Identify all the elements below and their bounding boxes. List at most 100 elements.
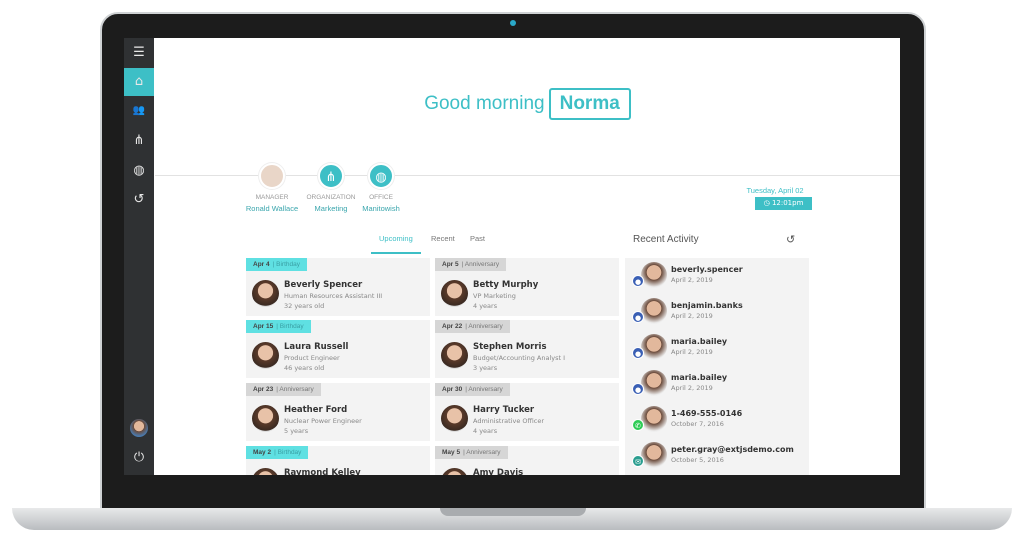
person-name: Laura Russell: [284, 342, 349, 352]
users-icon[interactable]: 👥: [124, 97, 154, 125]
activity-name: peter.gray@extjsdemo.com: [671, 445, 794, 454]
activity-item[interactable]: ● maria.bailey April 2, 2019: [625, 366, 809, 402]
sidebar: ☰ ⌂ 👥 ⋔ ◍ ↺ ⏻: [124, 38, 154, 475]
event-kind-text: Birthday: [276, 261, 300, 268]
office-value[interactable]: Manitowish: [346, 204, 416, 213]
event-tag: Apr 5 | Anniversary: [435, 258, 507, 271]
globe-icon[interactable]: ◍: [368, 163, 394, 189]
activity-date: October 5, 2016: [671, 456, 724, 464]
event-card[interactable]: Apr 23 | Anniversary Heather Ford Nuclear…: [246, 383, 430, 441]
event-kind-text: Anniversary: [466, 449, 501, 456]
user-avatar[interactable]: [130, 419, 148, 437]
event-kind-text: Birthday: [279, 323, 304, 330]
event-card[interactable]: May 2 | Birthday Raymond Kelley: [246, 446, 430, 475]
history-icon[interactable]: ↺: [786, 233, 795, 246]
activity-name: beverly.spencer: [671, 265, 743, 274]
activity-item[interactable]: ● beverly.spencer April 2, 2019: [625, 258, 809, 294]
sitemap-icon[interactable]: ⋔: [124, 127, 154, 155]
user-icon: ●: [632, 347, 644, 359]
globe-icon[interactable]: ◍: [124, 157, 154, 185]
user-icon: ●: [632, 275, 644, 287]
activity-date: October 7, 2016: [671, 420, 724, 428]
person-title: VP Marketing: [473, 292, 516, 300]
person-avatar: [252, 280, 279, 307]
person-name: Stephen Morris: [473, 342, 547, 352]
person-name: Harry Tucker: [473, 405, 535, 415]
home-icon[interactable]: ⌂: [124, 68, 154, 96]
person-avatar: [441, 405, 468, 432]
event-date: Apr 4: [253, 261, 270, 268]
event-kind-text: Anniversary: [468, 386, 503, 393]
activity-item[interactable]: ✆ 1-469-555-0146 October 7, 2016: [625, 402, 809, 438]
person-avatar: [441, 468, 468, 475]
activity-date: April 2, 2019: [671, 348, 713, 356]
event-kind-text: Anniversary: [279, 386, 314, 393]
app-screen: ☰ ⌂ 👥 ⋔ ◍ ↺ ⏻ Good morning Norma ⋔ ◍ MANA…: [124, 38, 900, 475]
person-name: Raymond Kelley: [284, 468, 361, 475]
activity-name: 1-469-555-0146: [671, 409, 743, 418]
person-title: Product Engineer: [284, 354, 340, 362]
person-avatar: [252, 405, 279, 432]
event-date: Apr 15: [253, 323, 274, 330]
event-card[interactable]: Apr 5 | Anniversary Betty Murphy VP Marke…: [435, 258, 619, 316]
event-kind: | Anniversary: [463, 449, 501, 456]
person-detail: 32 years old: [284, 302, 325, 310]
person-title: Human Resources Assistant III: [284, 292, 383, 300]
activity-item[interactable]: ✉ peter.gray@extjsdemo.com October 5, 20…: [625, 438, 809, 474]
activity-item[interactable]: ● benjamin.banks April 2, 2019: [625, 294, 809, 330]
camera: [510, 20, 516, 26]
event-kind-text: Birthday: [277, 449, 302, 456]
sitemap-icon[interactable]: ⋔: [318, 163, 344, 189]
event-kind: | Anniversary: [276, 386, 314, 393]
date-label: Tuesday, April 02: [746, 186, 804, 195]
menu-icon[interactable]: ☰: [124, 39, 154, 67]
tab-past[interactable]: Past: [470, 234, 485, 243]
person-detail: 3 years: [473, 364, 498, 372]
greeting-text: Good morning: [424, 93, 545, 114]
person-avatar: [252, 468, 279, 475]
person-avatar: [252, 342, 279, 369]
person-avatar: [441, 342, 468, 369]
activity-name: benjamin.banks: [671, 301, 743, 310]
event-tag: Apr 23 | Anniversary: [246, 383, 321, 396]
activity-avatar: [641, 298, 667, 324]
manager-avatar[interactable]: [259, 163, 285, 189]
user-icon: ●: [632, 311, 644, 323]
event-card[interactable]: May 5 | Anniversary Amy Davis: [435, 446, 619, 475]
event-card[interactable]: Apr 30 | Anniversary Harry Tucker Adminis…: [435, 383, 619, 441]
event-card[interactable]: Apr 4 | Birthday Beverly Spencer Human Re…: [246, 258, 430, 316]
tab-recent[interactable]: Recent: [431, 234, 455, 243]
event-card[interactable]: Apr 15 | Birthday Laura Russell Product E…: [246, 320, 430, 378]
event-kind: | Anniversary: [465, 386, 503, 393]
event-tag: May 5 | Anniversary: [435, 446, 508, 459]
event-kind: | Birthday: [272, 261, 300, 268]
person-detail: 4 years: [473, 302, 498, 310]
active-tab-indicator: [371, 252, 421, 254]
phone-icon: ✆: [632, 419, 644, 431]
power-icon[interactable]: ⏻: [124, 444, 154, 472]
person-name: Amy Davis: [473, 468, 524, 475]
tab-upcoming[interactable]: Upcoming: [379, 234, 413, 243]
event-date: Apr 23: [253, 386, 274, 393]
activity-name: maria.bailey: [671, 373, 728, 382]
laptop-notch: [440, 508, 586, 516]
event-tag: Apr 30 | Anniversary: [435, 383, 510, 396]
person-avatar: [441, 280, 468, 307]
office-label: OFFICE: [369, 194, 393, 201]
activity-avatar: [641, 442, 667, 468]
activity-date: April 2, 2019: [671, 276, 713, 284]
activity-avatar: [641, 370, 667, 396]
activity-list: ● beverly.spencer April 2, 2019 ● benjam…: [625, 258, 809, 475]
person-name: Beverly Spencer: [284, 280, 363, 290]
person-name: Betty Murphy: [473, 280, 539, 290]
event-kind: | Anniversary: [461, 261, 500, 268]
event-kind: | Birthday: [276, 323, 304, 330]
event-kind: | Birthday: [274, 449, 302, 456]
history-icon[interactable]: ↺: [124, 186, 154, 214]
activity-item[interactable]: ● maria.bailey April 2, 2019: [625, 330, 809, 366]
person-detail: 4 years: [473, 427, 498, 435]
event-date: Apr 22: [442, 323, 463, 330]
event-kind: | Anniversary: [465, 323, 503, 330]
event-card[interactable]: Apr 22 | Anniversary Stephen Morris Budge…: [435, 320, 619, 378]
recent-activity-title: Recent Activity: [633, 234, 699, 245]
